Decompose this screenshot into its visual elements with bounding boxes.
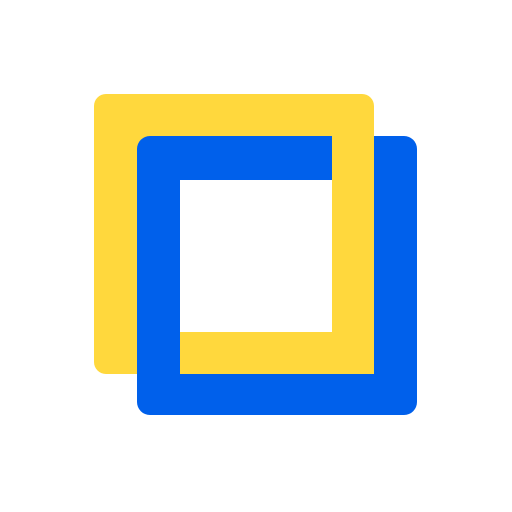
app-icon-canvas bbox=[0, 0, 512, 512]
overlapping-squares-logo-icon bbox=[94, 94, 417, 415]
yellow-bottom-overlap bbox=[180, 332, 374, 374]
